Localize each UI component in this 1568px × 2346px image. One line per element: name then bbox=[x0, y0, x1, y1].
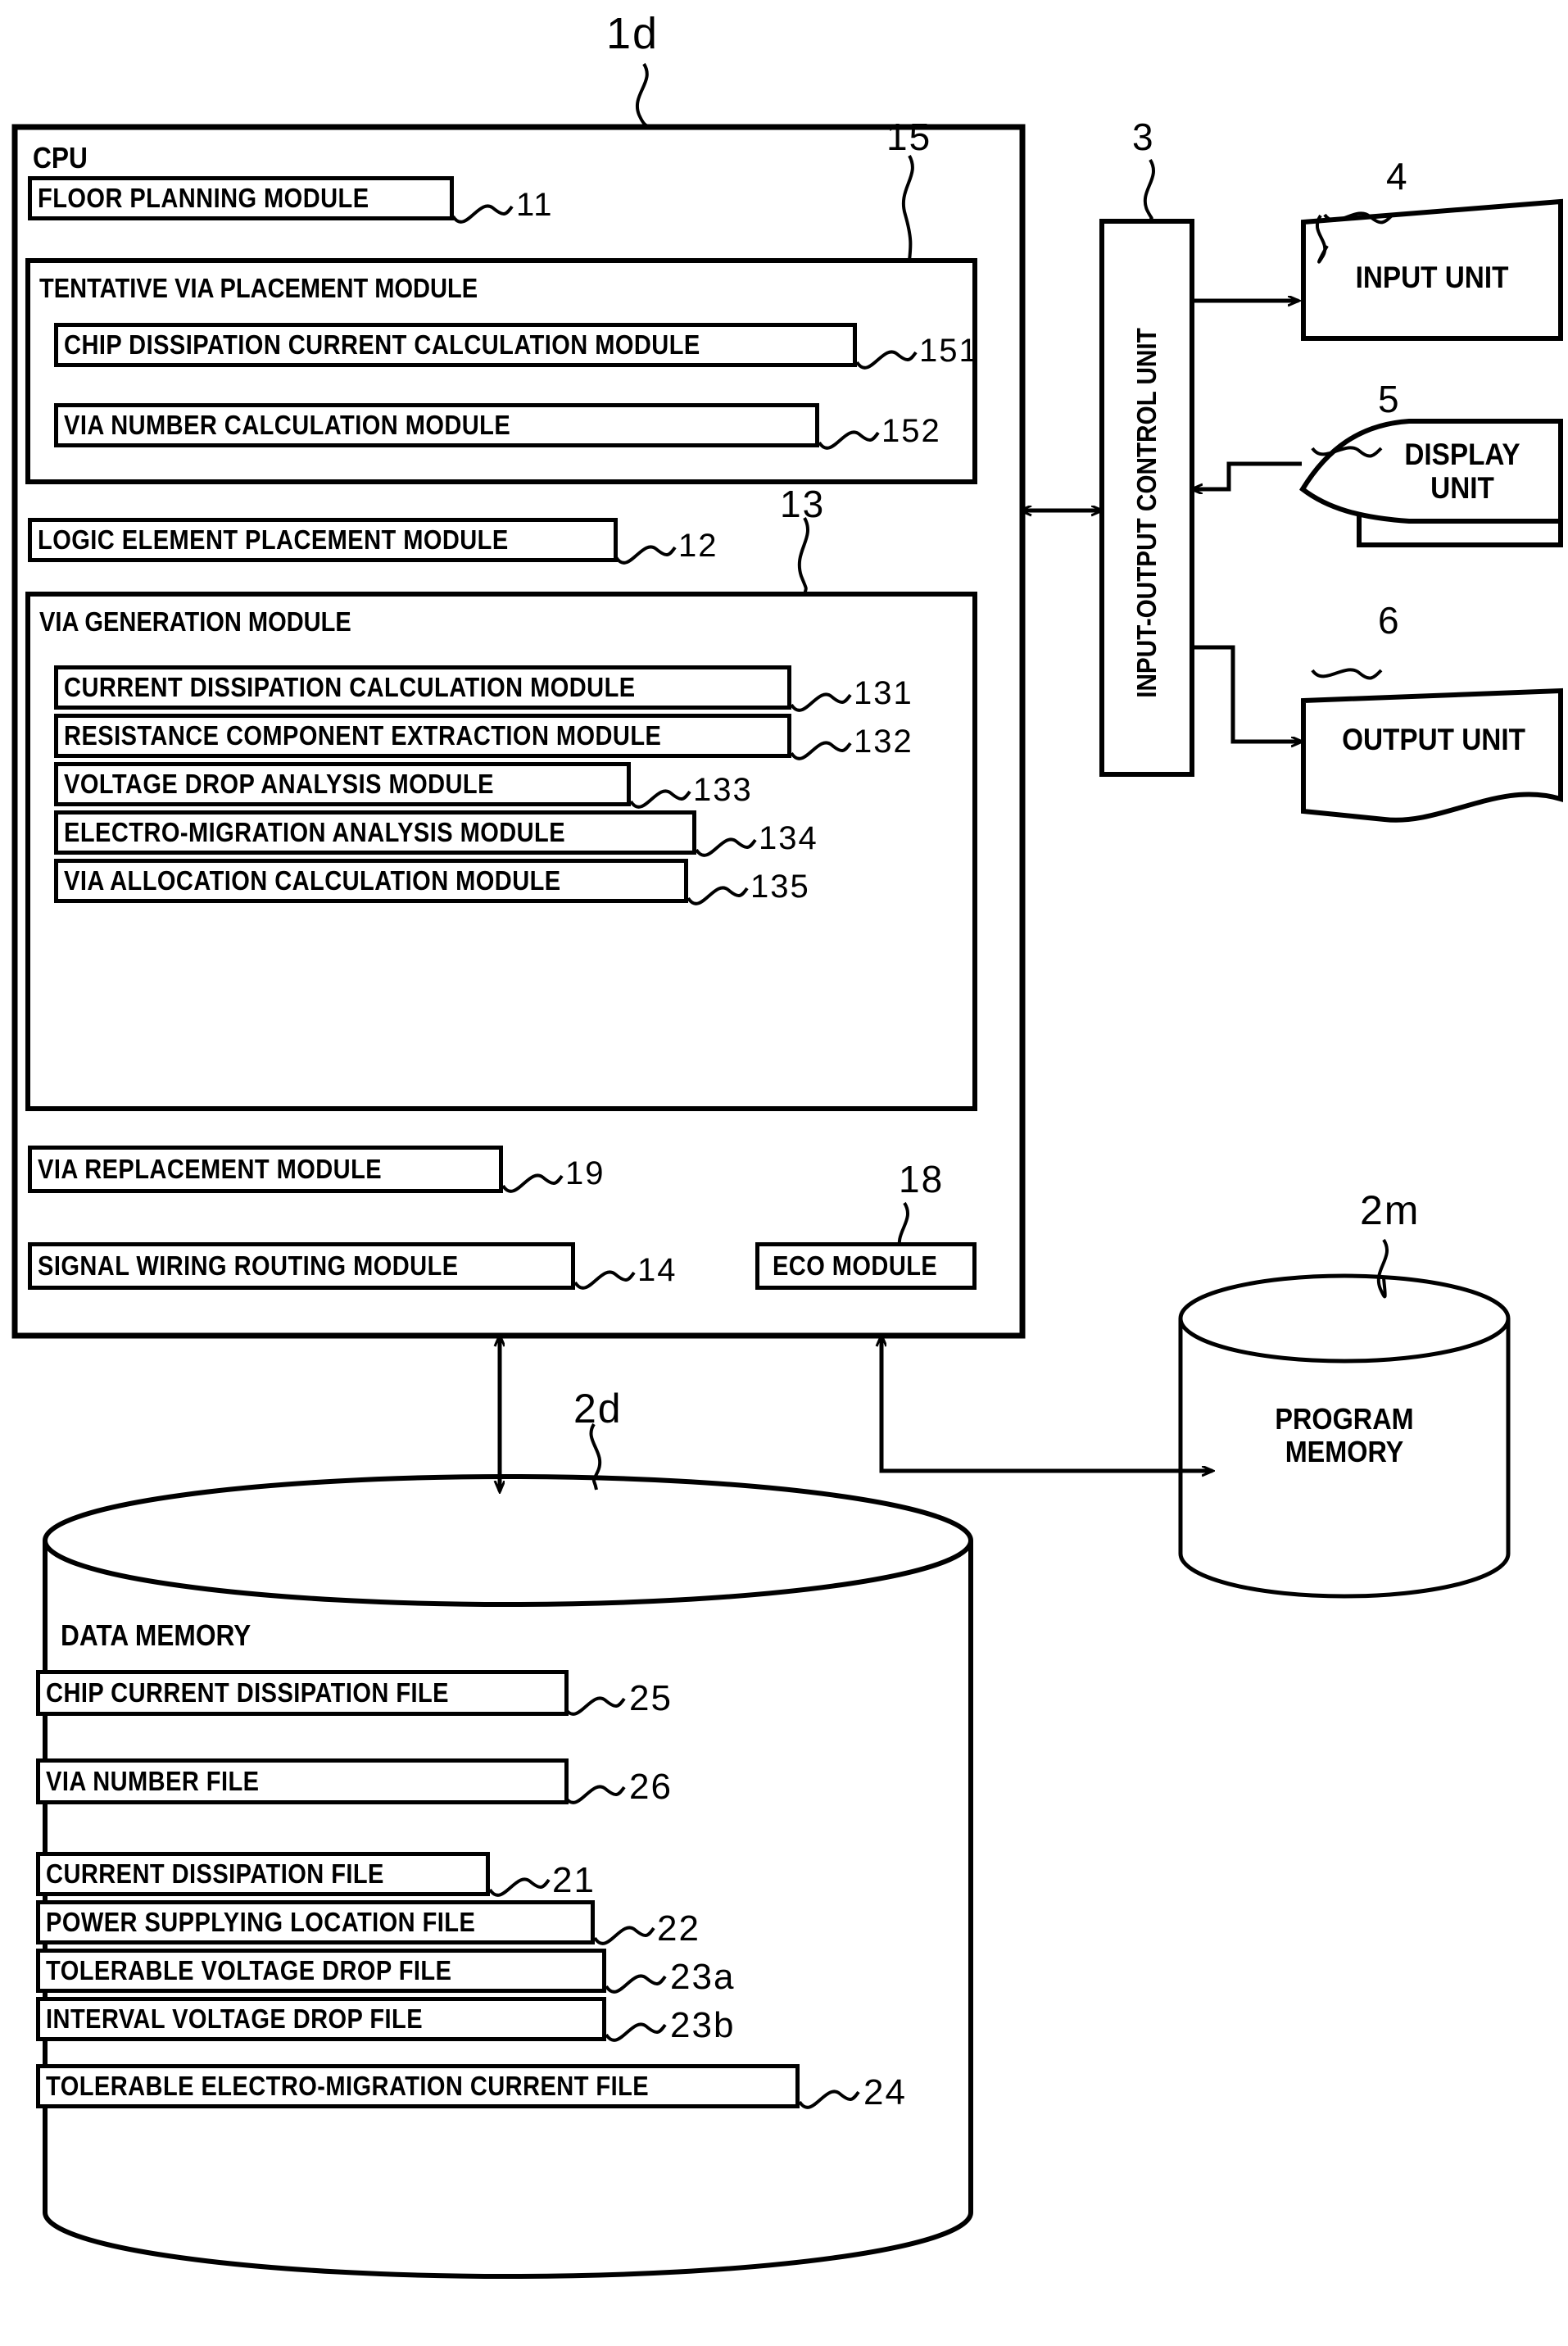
program-memory-label: PROGRAM MEMORY bbox=[1275, 1402, 1414, 1469]
ref-26: 26 bbox=[629, 1767, 673, 1807]
file-tolerable-voltage-drop[interactable]: TOLERABLE VOLTAGE DROP FILE bbox=[36, 1949, 606, 1993]
ref-132: 132 bbox=[854, 724, 913, 760]
file-via-number-label: VIA NUMBER FILE bbox=[46, 1766, 260, 1796]
module-eco[interactable]: ECO MODULE bbox=[755, 1242, 977, 1290]
ref-14: 14 bbox=[637, 1252, 678, 1288]
display-unit-label: DISPLAY UNIT bbox=[1404, 438, 1520, 506]
module-floor-planning[interactable]: FLOOR PLANNING MODULE bbox=[28, 176, 454, 220]
module-via-allocation-calculation-label: VIA ALLOCATION CALCULATION MODULE bbox=[64, 865, 561, 896]
data-memory-title: DATA MEMORY bbox=[61, 1618, 252, 1652]
system-reference-1d: 1d bbox=[606, 9, 659, 58]
via-generation-title: VIA GENERATION MODULE bbox=[39, 606, 351, 637]
ref-6: 6 bbox=[1378, 599, 1401, 642]
module-signal-wiring-routing-label: SIGNAL WIRING ROUTING MODULE bbox=[38, 1250, 459, 1281]
file-current-dissipation-label: CURRENT DISSIPATION FILE bbox=[46, 1858, 384, 1889]
module-resistance-component-extraction-label: RESISTANCE COMPONENT EXTRACTION MODULE bbox=[64, 720, 662, 751]
module-voltage-drop-analysis-label: VOLTAGE DROP ANALYSIS MODULE bbox=[64, 769, 494, 799]
input-unit-label: INPUT UNIT bbox=[1355, 261, 1509, 294]
file-current-dissipation[interactable]: CURRENT DISSIPATION FILE bbox=[36, 1852, 490, 1896]
tentative-via-placement-title: TENTATIVE VIA PLACEMENT MODULE bbox=[39, 273, 478, 303]
ref-15: 15 bbox=[886, 116, 932, 158]
module-current-dissipation-calculation-label: CURRENT DISSIPATION CALCULATION MODULE bbox=[64, 672, 636, 702]
ref-21: 21 bbox=[552, 1860, 596, 1900]
ref-19: 19 bbox=[565, 1155, 605, 1191]
module-logic-element-placement[interactable]: LOGIC ELEMENT PLACEMENT MODULE bbox=[28, 518, 618, 562]
ref-3: 3 bbox=[1132, 116, 1155, 158]
file-tolerable-electro-migration-current-label: TOLERABLE ELECTRO-MIGRATION CURRENT FILE bbox=[46, 2071, 650, 2101]
ref-2d: 2d bbox=[573, 1386, 623, 1432]
ref-151: 151 bbox=[919, 333, 979, 369]
file-chip-current-dissipation-label: CHIP CURRENT DISSIPATION FILE bbox=[46, 1677, 450, 1708]
module-resistance-component-extraction[interactable]: RESISTANCE COMPONENT EXTRACTION MODULE bbox=[54, 714, 791, 758]
module-logic-element-placement-label: LOGIC ELEMENT PLACEMENT MODULE bbox=[38, 524, 509, 555]
ref-13: 13 bbox=[780, 483, 826, 525]
ref-152: 152 bbox=[881, 413, 941, 449]
ref-134: 134 bbox=[759, 820, 818, 856]
file-power-supplying-location-label: POWER SUPPLYING LOCATION FILE bbox=[46, 1907, 476, 1937]
figure-canvas: 1d CPU FLOOR PLANNING MODULE 11 15 TENTA… bbox=[0, 0, 1568, 2346]
ref-12: 12 bbox=[678, 528, 718, 564]
ref-22: 22 bbox=[657, 1908, 700, 1949]
ref-2m: 2m bbox=[1360, 1187, 1421, 1233]
module-voltage-drop-analysis[interactable]: VOLTAGE DROP ANALYSIS MODULE bbox=[54, 762, 631, 806]
ref-23a: 23a bbox=[670, 1957, 736, 1997]
ref-11: 11 bbox=[516, 187, 554, 223]
ref-131: 131 bbox=[854, 675, 913, 711]
ref-25: 25 bbox=[629, 1678, 673, 1718]
ref-24: 24 bbox=[863, 2072, 907, 2112]
module-via-replacement[interactable]: VIA REPLACEMENT MODULE bbox=[28, 1146, 503, 1193]
module-electro-migration-analysis[interactable]: ELECTRO-MIGRATION ANALYSIS MODULE bbox=[54, 810, 696, 855]
output-unit-label: OUTPUT UNIT bbox=[1342, 723, 1525, 756]
cpu-title: CPU bbox=[33, 141, 88, 175]
ref-23b: 23b bbox=[670, 2005, 736, 2045]
ref-18: 18 bbox=[899, 1158, 945, 1200]
ref-133: 133 bbox=[693, 772, 753, 808]
file-tolerable-voltage-drop-label: TOLERABLE VOLTAGE DROP FILE bbox=[46, 1955, 452, 1985]
ref-5: 5 bbox=[1378, 378, 1401, 420]
module-electro-migration-analysis-label: ELECTRO-MIGRATION ANALYSIS MODULE bbox=[64, 817, 566, 847]
module-floor-planning-label: FLOOR PLANNING MODULE bbox=[38, 183, 369, 213]
module-via-replacement-label: VIA REPLACEMENT MODULE bbox=[38, 1154, 383, 1184]
module-current-dissipation-calculation[interactable]: CURRENT DISSIPATION CALCULATION MODULE bbox=[54, 665, 791, 710]
ref-4: 4 bbox=[1386, 155, 1409, 197]
module-via-number-calculation[interactable]: VIA NUMBER CALCULATION MODULE bbox=[54, 403, 819, 447]
module-eco-label: ECO MODULE bbox=[772, 1250, 937, 1281]
file-interval-voltage-drop-label: INTERVAL VOLTAGE DROP FILE bbox=[46, 2003, 424, 2034]
module-via-allocation-calculation[interactable]: VIA ALLOCATION CALCULATION MODULE bbox=[54, 859, 688, 903]
module-signal-wiring-routing[interactable]: SIGNAL WIRING ROUTING MODULE bbox=[28, 1242, 575, 1290]
module-chip-dissipation-current-calculation-label: CHIP DISSIPATION CURRENT CALCULATION MOD… bbox=[64, 329, 700, 360]
file-interval-voltage-drop[interactable]: INTERVAL VOLTAGE DROP FILE bbox=[36, 1997, 606, 2041]
io-control-unit-label: INPUT-OUTPUT CONTROL UNIT bbox=[1131, 328, 1162, 698]
module-chip-dissipation-current-calculation[interactable]: CHIP DISSIPATION CURRENT CALCULATION MOD… bbox=[54, 323, 857, 367]
file-chip-current-dissipation[interactable]: CHIP CURRENT DISSIPATION FILE bbox=[36, 1670, 569, 1716]
file-via-number[interactable]: VIA NUMBER FILE bbox=[36, 1758, 569, 1804]
file-power-supplying-location[interactable]: POWER SUPPLYING LOCATION FILE bbox=[36, 1900, 595, 1944]
ref-135: 135 bbox=[750, 869, 810, 905]
file-tolerable-electro-migration-current[interactable]: TOLERABLE ELECTRO-MIGRATION CURRENT FILE bbox=[36, 2064, 800, 2108]
module-via-number-calculation-label: VIA NUMBER CALCULATION MODULE bbox=[64, 410, 511, 440]
